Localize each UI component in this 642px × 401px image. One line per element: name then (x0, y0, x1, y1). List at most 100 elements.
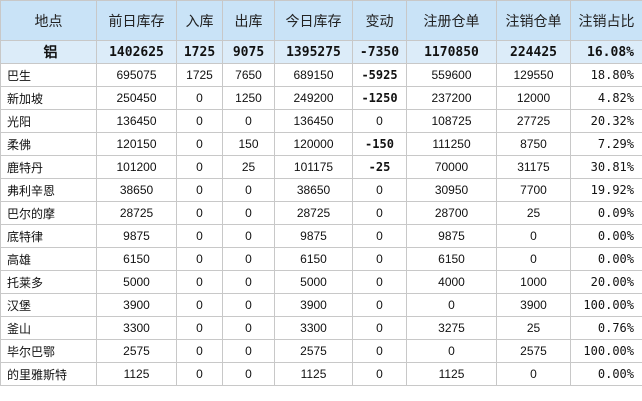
cell-location: 的里雅斯特 (0, 362, 97, 386)
table-row: 柔佛 120150 0 150 120000 -150 111250 8750 7.29% (0, 132, 642, 156)
cell-cancel-ratio: 0.00% (570, 362, 642, 386)
cell-outflow: 0 (222, 362, 275, 386)
cell-inflow: 0 (176, 178, 223, 202)
cell-registered: 0 (406, 293, 497, 317)
cell-change: 0 (352, 247, 407, 271)
cell-cancelled: 129550 (496, 63, 571, 87)
header-outflow: 出库 (222, 0, 275, 41)
header-cancelled: 注销仓单 (496, 0, 571, 41)
cell-cancel-ratio: 100.00% (570, 339, 642, 363)
cell-location: 巴生 (0, 63, 97, 87)
cell-cancel-ratio: 0.09% (570, 201, 642, 225)
cell-change: -150 (352, 132, 407, 156)
cell-registered: 559600 (406, 63, 497, 87)
header-today-stock: 今日库存 (274, 0, 353, 41)
cell-inflow: 0 (176, 201, 223, 225)
cell-today-stock: 5000 (274, 270, 353, 294)
summary-metal: 铝 (0, 40, 97, 64)
cell-outflow: 1250 (222, 86, 275, 110)
header-registered: 注册仓单 (406, 0, 497, 41)
cell-today-stock: 9875 (274, 224, 353, 248)
summary-cancelled: 224425 (496, 40, 571, 64)
cell-registered: 1125 (406, 362, 497, 386)
cell-prev-stock: 120150 (96, 132, 177, 156)
cell-change: -1250 (352, 86, 407, 110)
header-inflow: 入库 (176, 0, 223, 41)
cell-outflow: 0 (222, 270, 275, 294)
table-row: 托莱多 5000 0 0 5000 0 4000 1000 20.00% (0, 270, 642, 294)
cell-prev-stock: 38650 (96, 178, 177, 202)
cell-outflow: 150 (222, 132, 275, 156)
summary-inflow: 1725 (176, 40, 223, 64)
summary-registered: 1170850 (406, 40, 497, 64)
cell-today-stock: 6150 (274, 247, 353, 271)
cell-outflow: 25 (222, 155, 275, 179)
summary-outflow: 9075 (222, 40, 275, 64)
cell-inflow: 0 (176, 109, 223, 133)
cell-prev-stock: 101200 (96, 155, 177, 179)
cell-cancel-ratio: 20.32% (570, 109, 642, 133)
cell-today-stock: 3900 (274, 293, 353, 317)
cell-change: 0 (352, 293, 407, 317)
cell-prev-stock: 2575 (96, 339, 177, 363)
cell-today-stock: 2575 (274, 339, 353, 363)
inventory-table: 地点 前日库存 入库 出库 今日库存 变动 注册仓单 注销仓单 注销占比 铝 1… (0, 0, 642, 386)
cell-cancelled: 27725 (496, 109, 571, 133)
cell-registered: 3275 (406, 316, 497, 340)
cell-today-stock: 249200 (274, 86, 353, 110)
cell-inflow: 0 (176, 293, 223, 317)
cell-prev-stock: 250450 (96, 86, 177, 110)
table-row: 巴生 695075 1725 7650 689150 -5925 559600 129550 1… (0, 63, 642, 87)
cell-today-stock: 38650 (274, 178, 353, 202)
cell-cancelled: 12000 (496, 86, 571, 110)
cell-location: 弗利辛恩 (0, 178, 97, 202)
cell-change: 0 (352, 178, 407, 202)
cell-location: 柔佛 (0, 132, 97, 156)
cell-cancelled: 25 (496, 316, 571, 340)
cell-change: -25 (352, 155, 407, 179)
cell-outflow: 0 (222, 224, 275, 248)
cell-cancel-ratio: 0.00% (570, 224, 642, 248)
summary-today-stock: 1395275 (274, 40, 353, 64)
table-row: 的里雅斯特 1125 0 0 1125 0 1125 0 0.00% (0, 362, 642, 386)
header-change: 变动 (352, 0, 407, 41)
header-cancel-ratio: 注销占比 (570, 0, 642, 41)
cell-registered: 111250 (406, 132, 497, 156)
cell-inflow: 0 (176, 132, 223, 156)
cell-location: 光阳 (0, 109, 97, 133)
cell-cancel-ratio: 7.29% (570, 132, 642, 156)
summary-change: -7350 (352, 40, 407, 64)
cell-registered: 70000 (406, 155, 497, 179)
cell-prev-stock: 3900 (96, 293, 177, 317)
cell-inflow: 0 (176, 362, 223, 386)
cell-cancelled: 31175 (496, 155, 571, 179)
cell-registered: 0 (406, 339, 497, 363)
cell-inflow: 0 (176, 247, 223, 271)
header-location: 地点 (0, 0, 97, 41)
cell-cancelled: 7700 (496, 178, 571, 202)
cell-outflow: 0 (222, 201, 275, 225)
cell-prev-stock: 136450 (96, 109, 177, 133)
cell-registered: 9875 (406, 224, 497, 248)
cell-prev-stock: 695075 (96, 63, 177, 87)
cell-registered: 4000 (406, 270, 497, 294)
cell-registered: 30950 (406, 178, 497, 202)
cell-prev-stock: 28725 (96, 201, 177, 225)
cell-cancelled: 0 (496, 362, 571, 386)
cell-registered: 108725 (406, 109, 497, 133)
cell-today-stock: 3300 (274, 316, 353, 340)
cell-location: 底特律 (0, 224, 97, 248)
table-row: 高雄 6150 0 0 6150 0 6150 0 0.00% (0, 247, 642, 271)
summary-prev-stock: 1402625 (96, 40, 177, 64)
cell-inflow: 0 (176, 270, 223, 294)
cell-location: 汉堡 (0, 293, 97, 317)
cell-outflow: 0 (222, 339, 275, 363)
table-row: 底特律 9875 0 0 9875 0 9875 0 0.00% (0, 224, 642, 248)
table-row: 新加坡 250450 0 1250 249200 -1250 237200 12000 4.82… (0, 86, 642, 110)
cell-inflow: 0 (176, 339, 223, 363)
cell-change: 0 (352, 316, 407, 340)
header-prev-stock: 前日库存 (96, 0, 177, 41)
cell-cancelled: 25 (496, 201, 571, 225)
cell-location: 毕尔巴鄂 (0, 339, 97, 363)
cell-cancel-ratio: 4.82% (570, 86, 642, 110)
